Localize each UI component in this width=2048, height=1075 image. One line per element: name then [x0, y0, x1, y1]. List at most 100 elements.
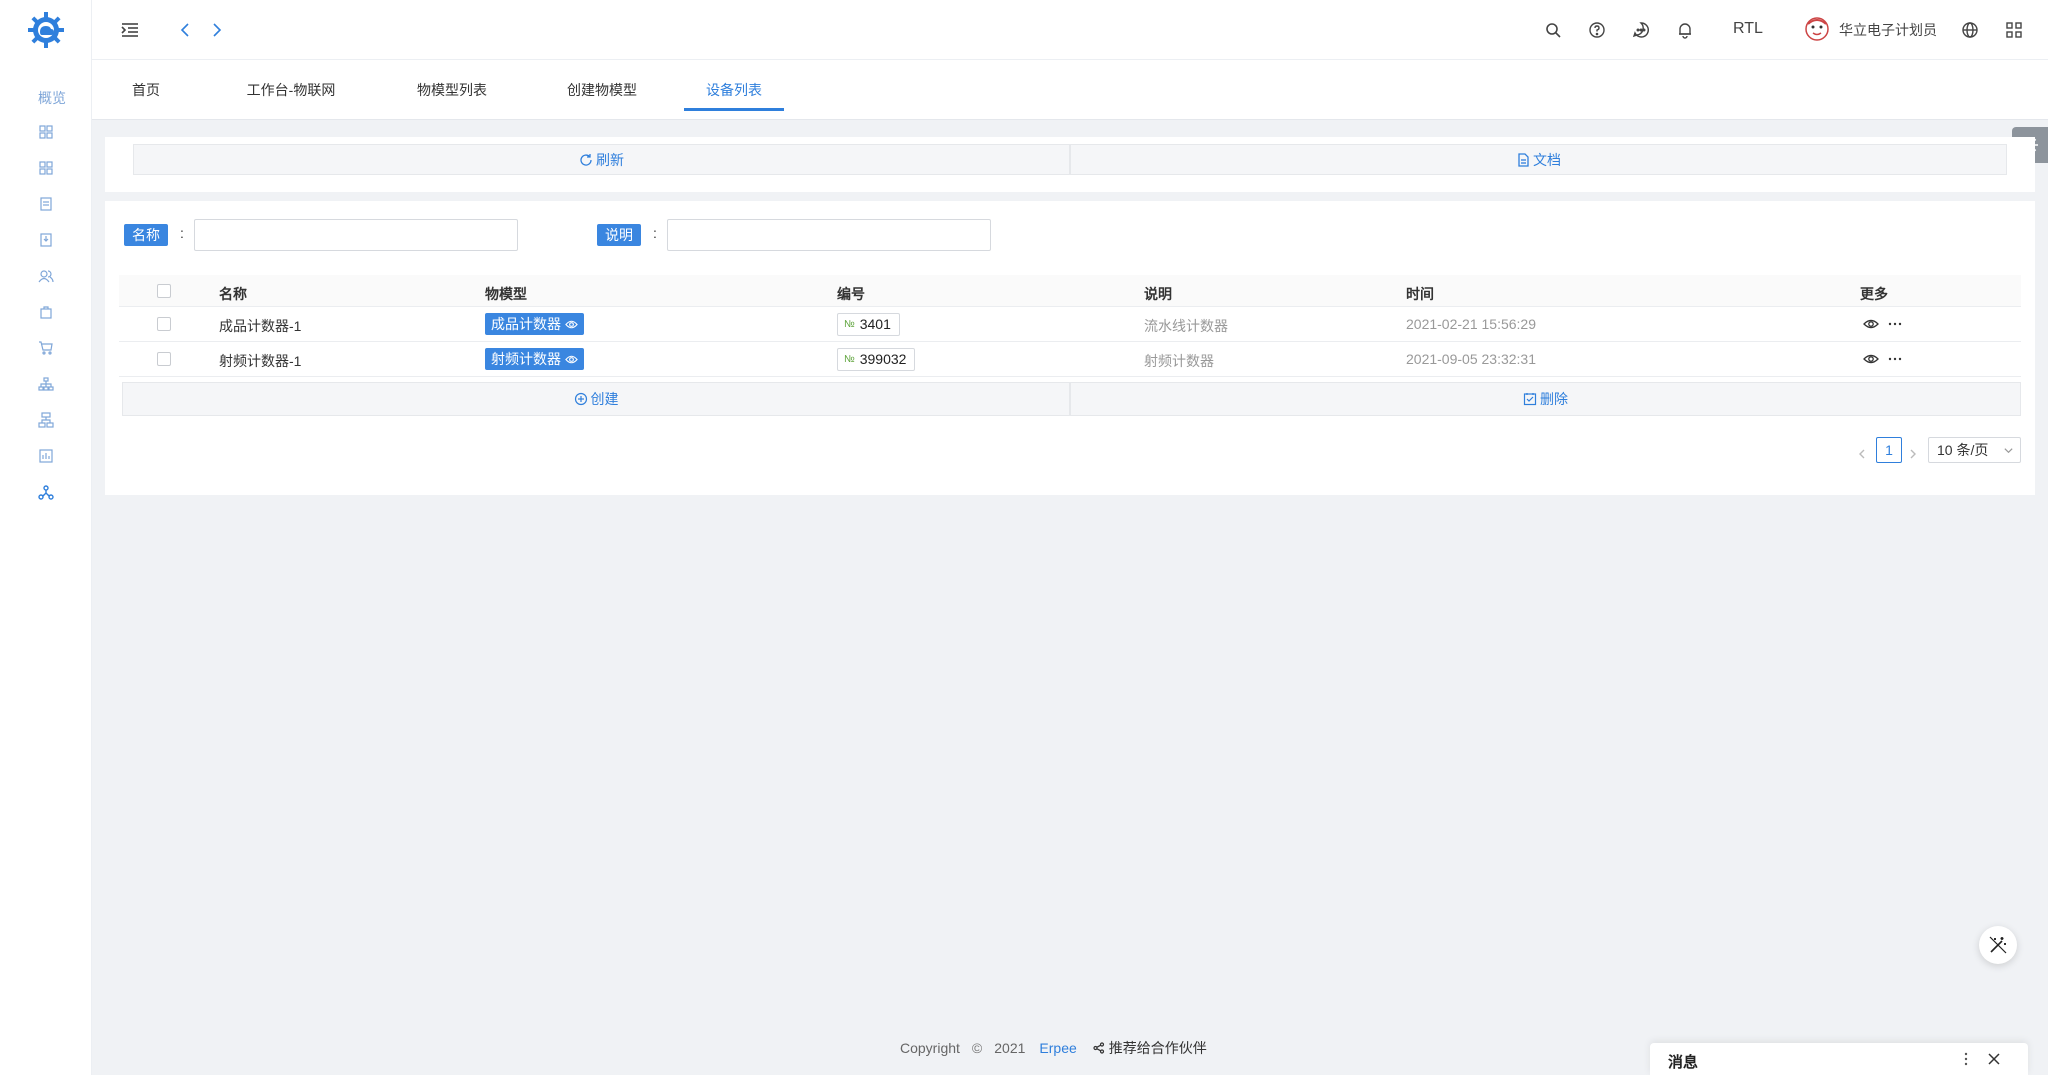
code-prefix: №	[844, 319, 855, 330]
row-checkbox[interactable]	[157, 352, 171, 366]
tab-device-list[interactable]: 设备列表	[684, 60, 784, 111]
docs-label: 文档	[1533, 151, 1561, 168]
copyright-year: 2021	[994, 1040, 1026, 1056]
name-filter-input[interactable]	[194, 219, 518, 251]
share-icon	[1093, 1042, 1104, 1054]
apps-grid-icon[interactable]	[2000, 16, 2028, 44]
delete-button[interactable]: 删除	[1070, 382, 2021, 416]
grid-icon[interactable]	[38, 160, 54, 176]
device-desc: 流水线计数器	[1144, 318, 1228, 334]
code-prefix: №	[844, 354, 855, 365]
col-desc: 说明	[1144, 286, 1172, 302]
page-size-select[interactable]: 10 条/页	[1928, 437, 2021, 463]
back-chevron-icon[interactable]	[172, 16, 200, 44]
chevron-down-icon	[2004, 448, 2013, 454]
col-model: 物模型	[485, 286, 527, 302]
col-name: 名称	[219, 286, 247, 302]
file-icon	[1518, 152, 1529, 167]
page-size-value: 10 条/页	[1937, 442, 1989, 458]
magic-wand-button[interactable]	[1979, 926, 2017, 964]
view-eye-icon[interactable]	[1863, 316, 1879, 332]
recommend-partner-label: 推荐给合作伙伴	[1108, 1040, 1207, 1056]
tab-bar: 首页 工作台-物联网 物模型列表 创建物模型 设备列表	[92, 60, 2048, 120]
row-checkbox[interactable]	[157, 317, 171, 331]
sidebar: 概览	[0, 0, 92, 1075]
create-label: 创建	[590, 391, 619, 407]
document-icon[interactable]	[38, 196, 54, 212]
copyright-symbol: ©	[971, 1040, 983, 1056]
eye-icon	[565, 320, 578, 328]
code-tag: № 3401	[837, 313, 900, 336]
code-tag: № 399032	[837, 348, 916, 371]
eye-icon	[565, 355, 578, 363]
forward-chevron-icon[interactable]	[202, 16, 230, 44]
docs-button[interactable]: 文档	[1070, 144, 2007, 175]
refresh-label: 刷新	[596, 151, 624, 168]
pager-prev-icon[interactable]	[1854, 444, 1870, 464]
user-name[interactable]: 华立电子计划员	[1839, 20, 1937, 40]
refresh-button[interactable]: 刷新	[133, 144, 1070, 175]
dashboard-icon[interactable]	[38, 124, 54, 140]
magic-wand-icon	[1989, 936, 2007, 954]
device-list-card: 名称 : 说明 : 名称 物模型 编号 说明 时间 更多 成品计数器-1 成品计…	[105, 201, 2035, 495]
tab-model-list[interactable]: 物模型列表	[392, 60, 512, 120]
org-icon[interactable]	[38, 376, 54, 392]
name-filter-colon: :	[180, 225, 184, 241]
page-footer: Copyright © 2021 Erpee 推荐给合作伙伴	[900, 1038, 1207, 1058]
close-icon[interactable]	[1986, 1051, 2002, 1067]
avatar[interactable]	[1804, 16, 1830, 42]
tab-create-model[interactable]: 创建物模型	[542, 60, 662, 120]
more-dots-icon[interactable]	[1887, 351, 1903, 367]
search-icon[interactable]	[1539, 16, 1567, 44]
network-icon[interactable]	[38, 484, 54, 500]
globe-icon[interactable]	[1956, 16, 1984, 44]
download-icon[interactable]	[38, 232, 54, 248]
device-name: 成品计数器-1	[219, 318, 302, 334]
more-dots-icon[interactable]	[1887, 316, 1903, 332]
kebab-menu-icon[interactable]	[1960, 1051, 1972, 1067]
model-tag[interactable]: 成品计数器	[485, 313, 584, 335]
app-logo[interactable]	[28, 8, 64, 52]
model-tag-label: 射频计数器	[491, 351, 561, 367]
chart-icon[interactable]	[38, 448, 54, 464]
code-value: 399032	[859, 351, 907, 367]
help-icon[interactable]	[1583, 16, 1611, 44]
copyright-text: Copyright	[900, 1040, 960, 1056]
code-value: 3401	[859, 316, 891, 332]
top-header: RTL 华立电子计划员	[92, 0, 2048, 60]
device-name: 射频计数器-1	[219, 353, 302, 369]
brand-link[interactable]: Erpee	[1039, 1040, 1076, 1056]
name-filter-label: 名称	[124, 224, 168, 246]
refresh-icon	[580, 153, 592, 166]
create-button[interactable]: 创建	[122, 382, 1070, 416]
message-panel-title: 消息	[1668, 1054, 1699, 1071]
tab-home[interactable]: 首页	[122, 60, 170, 120]
view-eye-icon[interactable]	[1863, 351, 1879, 367]
structure-icon[interactable]	[38, 412, 54, 428]
col-more: 更多	[1860, 286, 1888, 302]
chat-icon[interactable]	[1627, 16, 1655, 44]
toolbar-card: 刷新 文档	[105, 137, 2035, 192]
checkbox-icon	[1523, 393, 1537, 406]
menu-fold-icon[interactable]	[116, 16, 144, 44]
table-header: 名称 物模型 编号 说明 时间 更多	[119, 275, 2021, 307]
bell-icon[interactable]	[1671, 16, 1699, 44]
desc-filter-input[interactable]	[667, 219, 991, 251]
tab-iot-workbench[interactable]: 工作台-物联网	[232, 60, 350, 120]
pager-current-page[interactable]: 1	[1876, 437, 1902, 463]
recommend-partner-link[interactable]: 推荐给合作伙伴	[1093, 1038, 1207, 1058]
device-time: 2021-09-05 23:32:31	[1406, 351, 1536, 367]
rtl-toggle[interactable]: RTL	[1733, 20, 1763, 38]
message-panel: 消息	[1650, 1043, 2028, 1075]
select-all-checkbox[interactable]	[157, 284, 171, 298]
col-time: 时间	[1406, 286, 1434, 302]
delete-label: 删除	[1540, 391, 1568, 407]
sidebar-overview-label[interactable]: 概览	[38, 88, 66, 108]
pager-next-icon[interactable]	[1905, 444, 1921, 464]
table-row: 射频计数器-1 射频计数器 № 399032 射频计数器 2021-09-05 …	[119, 342, 2021, 377]
plus-circle-icon	[574, 392, 587, 406]
users-icon[interactable]	[38, 268, 54, 284]
bag-icon[interactable]	[38, 304, 54, 320]
cart-icon[interactable]	[38, 340, 54, 356]
model-tag[interactable]: 射频计数器	[485, 348, 584, 370]
